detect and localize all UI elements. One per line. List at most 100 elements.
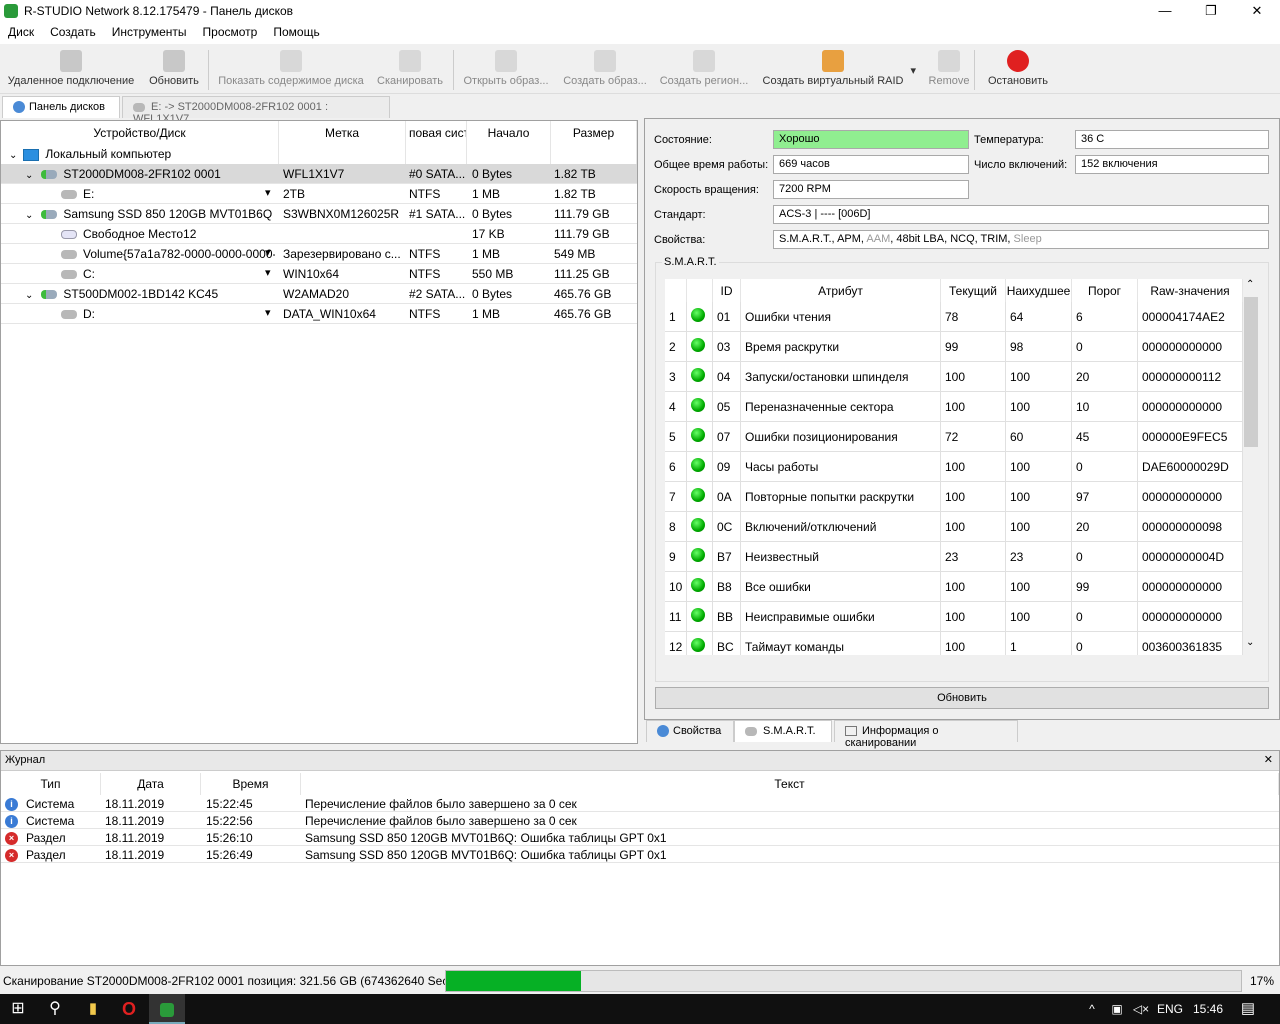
toolbar-button-3[interactable]: Показать содержимое диска [214,46,368,92]
scroll-down-icon[interactable]: ⌄ [1246,637,1254,648]
chevron-down-icon[interactable]: ⌄ [25,290,33,301]
tree-row[interactable]: Volume{57a1a782-0000-0000-0000- ▾ Зарезерв… [1,244,637,264]
features-label: Свойства: [654,234,706,246]
smart-row[interactable]: 2 03 Время раскрутки 99 98 0 000000000000 [665,332,1243,362]
smart-hscrollbar[interactable] [665,655,1243,671]
toolbar-separator [974,50,975,90]
clock[interactable]: 15:46 [1190,994,1226,1024]
file-explorer-icon[interactable]: ▮ [76,994,110,1024]
tab-smart[interactable]: S.M.A.R.T. [734,720,832,742]
log-row[interactable]: i Система 18.11.2019 15:22:56 Перечисление ф… [1,812,1279,829]
tab-properties[interactable]: Свойства [646,720,734,742]
smart-row[interactable]: 5 07 Ошибки позиционирования 72 60 45 000000E9… [665,422,1243,452]
menu-view[interactable]: Просмотр [195,22,266,39]
dropdown-arrow-icon[interactable]: ▾ [910,64,916,77]
tab-scan-info[interactable]: Информация о сканировании [834,720,1018,749]
tree-item-name: D: [83,307,95,321]
tab-file-view[interactable]: E: -> ST2000DM008-2FR102 0001 : WFL1X1V7 [122,96,390,125]
toolbar-button-8[interactable]: Создать виртуальный RAID ▾ [758,46,916,92]
smart-row[interactable]: 10 B8 Все ошибки 100 100 99 000000000000 [665,572,1243,602]
log-row[interactable]: i Система 18.11.2019 15:22:45 Перечисление ф… [1,795,1279,812]
smart-worst: 100 [1006,572,1072,602]
dropdown-arrow-icon[interactable]: ▾ [265,246,271,259]
smart-row[interactable]: 4 05 Переназначенные сектора 100 100 10 000000… [665,392,1243,422]
column-header-fs[interactable]: повая сист [406,121,467,164]
minimize-button[interactable]: — [1142,0,1188,22]
chevron-down-icon[interactable]: ⌄ [25,170,33,181]
menu-tools[interactable]: Инструменты [104,22,195,39]
column-header-id[interactable]: ID [713,279,741,303]
tree-row[interactable]: D: ▾ DATA_WIN10x64 NTFS 1 MB 465.76 GB [1,304,637,324]
smart-refresh-button[interactable]: Обновить [655,687,1269,709]
toolbar-button-10[interactable]: Остановить [982,46,1054,92]
tree-row[interactable]: ⌄ ST2000DM008-2FR102 0001 WFL1X1V7 #0 SATA.… [1,164,637,184]
network-icon[interactable]: ▣ [1106,994,1128,1024]
tree-row[interactable]: ⌄ ST500DM002-1BD142 KC45 W2AMAD20 #2 SATA..… [1,284,637,304]
column-header-raw[interactable]: Raw-значения [1138,279,1243,303]
column-header-label[interactable]: Метка [279,121,406,164]
smart-row[interactable]: 9 B7 Неизвестный 23 23 0 00000000004D [665,542,1243,572]
log-close-icon[interactable]: ✕ [1264,753,1273,766]
menu-create[interactable]: Создать [42,22,104,39]
tree-row[interactable]: ⌄ Samsung SSD 850 120GB MVT01B6Q S3WBNX0M1… [1,204,637,224]
toolbar-button-5[interactable]: Открыть образ... [458,46,554,92]
column-header-size[interactable]: Размер [551,121,637,164]
smart-row[interactable]: 12 BC Таймаут команды 100 1 0 003600361835 [665,632,1243,655]
folder-icon [280,50,302,72]
windows-start-icon[interactable]: ⊞ [0,994,36,1024]
maximize-button[interactable]: ❐ [1188,0,1234,22]
toolbar-button-4[interactable]: Сканировать [372,46,448,92]
toolbar-button-6[interactable]: Создать образ... [558,46,652,92]
chevron-down-icon[interactable]: ⌄ [9,150,17,161]
log-header-date[interactable]: Дата [101,773,201,795]
dropdown-arrow-icon[interactable]: ▾ [265,186,271,199]
tray-chevron-up-icon[interactable]: ^ [1082,994,1102,1024]
toolbar-button-1[interactable]: Удаленное подключение [4,46,138,92]
scroll-thumb[interactable] [1244,297,1258,447]
column-header-start[interactable]: Начало [467,121,551,164]
log-header-text[interactable]: Текст [301,773,1279,795]
smart-row[interactable]: 1 01 Ошибки чтения 78 64 6 000004174AE2 [665,302,1243,332]
column-header-index[interactable] [665,279,687,303]
toolbar-button-7[interactable]: Создать регион... [654,46,754,92]
smart-row[interactable]: 3 04 Запуски/остановки шпинделя 100 100 20 000… [665,362,1243,392]
close-button[interactable]: ✕ [1234,0,1280,22]
smart-row[interactable]: 8 0C Включений/отключений 100 100 20 000000000… [665,512,1243,542]
chevron-down-icon[interactable]: ⌄ [25,210,33,221]
menu-help[interactable]: Помощь [265,22,327,39]
column-header-worst[interactable]: Наихудшее [1006,279,1072,303]
rstudio-taskbar-icon[interactable] [149,994,185,1024]
tree-row[interactable]: C: ▾ WIN10x64 NTFS 550 MB 111.25 GB [1,264,637,284]
log-row[interactable]: × Раздел 18.11.2019 15:26:10 Samsung SSD 850… [1,829,1279,846]
smart-scrollbar[interactable]: ⌃ ⌄ [1243,279,1259,655]
smart-index: 12 [665,632,687,655]
opera-icon[interactable]: O [112,994,146,1024]
log-row[interactable]: × Раздел 18.11.2019 15:26:49 Samsung SSD 850… [1,846,1279,863]
tree-row[interactable]: Свободное Место12 17 KB 111.79 GB [1,224,637,244]
dropdown-arrow-icon[interactable]: ▾ [265,306,271,319]
toolbar-button-9[interactable]: Remove [924,46,974,92]
status-text: Сканирование ST2000DM008-2FR102 0001 поз… [3,974,473,988]
smart-row[interactable]: 7 0A Повторные попытки раскрутки 100 100 97 00… [665,482,1243,512]
smart-id: 0C [713,512,741,542]
search-icon[interactable]: ⚲ [38,994,72,1024]
column-header-threshold[interactable]: Порог [1072,279,1138,303]
smart-row[interactable]: 6 09 Часы работы 100 100 0 DAE60000029D [665,452,1243,482]
log-header-time[interactable]: Время [201,773,301,795]
toolbar-button-2[interactable]: Обновить [144,46,204,92]
menu-disk[interactable]: Диск [0,22,42,39]
tree-row[interactable]: E: ▾ 2TB NTFS 1 MB 1.82 TB [1,184,637,204]
scroll-up-icon[interactable]: ⌃ [1246,279,1254,290]
tab-drives[interactable]: Панель дисков [2,96,120,118]
tree-root[interactable]: ⌄ Локальный компьютер [9,147,171,161]
column-header-current[interactable]: Текущий [941,279,1006,303]
dropdown-arrow-icon[interactable]: ▾ [265,266,271,279]
scan-info-icon [845,726,857,737]
column-header-attribute[interactable]: Атрибут [741,279,941,303]
column-header-status[interactable] [687,279,713,303]
notifications-icon[interactable]: ▤ [1236,994,1260,1024]
log-header-type[interactable]: Тип [1,773,101,795]
language-indicator[interactable]: ENG [1154,994,1186,1024]
volume-muted-icon[interactable]: ◁× [1130,994,1152,1024]
smart-row[interactable]: 11 BB Неисправимые ошибки 100 100 0 0000000000… [665,602,1243,632]
